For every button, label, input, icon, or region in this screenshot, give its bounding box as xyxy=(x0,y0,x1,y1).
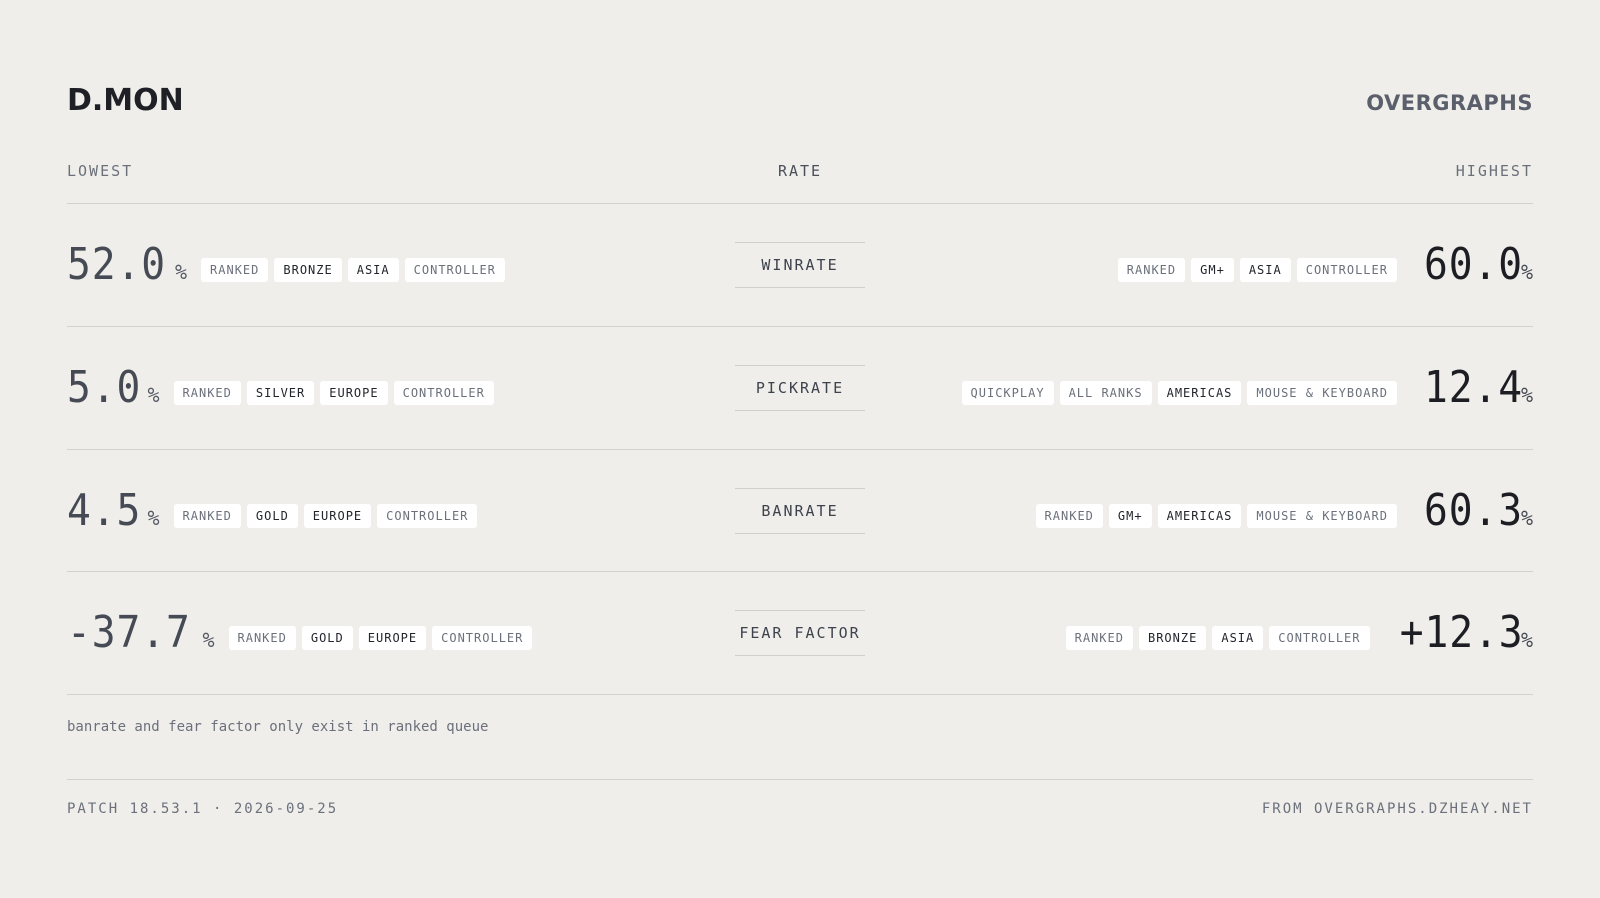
lowest-value: -37.7 % xyxy=(67,611,215,655)
tag-rank: BRONZE xyxy=(1138,626,1207,650)
tag-rank: GM+ xyxy=(1191,258,1234,282)
tag-queue: RANKED xyxy=(173,381,241,405)
tag-input: MOUSE & KEYBOARD xyxy=(1247,504,1397,528)
percent-unit: % xyxy=(147,506,160,530)
tag-queue: RANKED xyxy=(201,258,269,282)
lowest-tags: RANKED BRONZE ASIA CONTROLLER xyxy=(201,258,505,282)
tag-rank: GOLD xyxy=(301,626,353,650)
percent-unit: % xyxy=(202,628,215,652)
highest-cell: RANKED BRONZE ASIA CONTROLLER +12.3 % xyxy=(1065,572,1533,694)
metric-label: WINRATE xyxy=(735,242,865,288)
tag-queue: QUICKPLAY xyxy=(961,381,1054,405)
highest-value: 12.4 % xyxy=(1413,366,1533,410)
highest-number: 12.4 xyxy=(1423,362,1523,413)
highest-tags: QUICKPLAY ALL RANKS AMERICAS MOUSE & KEY… xyxy=(961,381,1397,405)
metric-label: BANRATE xyxy=(735,488,865,534)
highest-cell: RANKED GM+ AMERICAS MOUSE & KEYBOARD 60.… xyxy=(1035,450,1533,572)
tag-rank: BRONZE xyxy=(274,258,342,282)
tag-rank: GOLD xyxy=(246,504,298,528)
highest-number: 60.0 xyxy=(1423,239,1523,290)
tag-queue: RANKED xyxy=(1035,504,1103,528)
lowest-value: 5.0 % xyxy=(67,366,160,410)
tag-queue: RANKED xyxy=(228,626,296,650)
tag-region: ASIA xyxy=(1212,626,1264,650)
lowest-number: 4.5 xyxy=(67,485,142,536)
highest-tags: RANKED BRONZE ASIA CONTROLLER xyxy=(1065,626,1370,650)
divider xyxy=(67,694,1533,695)
stat-row-banrate: 4.5 % RANKED GOLD EUROPE CONTROLLER BANR… xyxy=(67,450,1533,572)
lowest-number: 5.0 xyxy=(67,362,142,413)
tag-region: EUROPE xyxy=(358,626,427,650)
tag-queue: RANKED xyxy=(1065,626,1133,650)
header: D.MON OVERGRAPHS xyxy=(67,80,1533,120)
highest-value: 60.0 % xyxy=(1413,243,1533,287)
source-link[interactable]: FROM OVERGRAPHS.DZHEAY.NET xyxy=(1262,801,1533,817)
divider xyxy=(67,779,1533,780)
metric-label: FEAR FACTOR xyxy=(735,610,865,656)
lowest-cell: 52.0 % RANKED BRONZE ASIA CONTROLLER xyxy=(67,204,505,326)
highest-number: 60.3 xyxy=(1423,485,1523,536)
tag-region: AMERICAS xyxy=(1157,381,1242,405)
tag-region: ASIA xyxy=(347,258,399,282)
tag-input: CONTROLLER xyxy=(404,258,505,282)
highest-tags: RANKED GM+ ASIA CONTROLLER xyxy=(1117,258,1397,282)
tag-input: CONTROLLER xyxy=(1296,258,1397,282)
highest-cell: RANKED GM+ ASIA CONTROLLER 60.0 % xyxy=(1117,204,1533,326)
tag-input: MOUSE & KEYBOARD xyxy=(1247,381,1397,405)
lowest-value: 52.0 % xyxy=(67,243,187,287)
highest-number: +12.3 xyxy=(1399,607,1523,658)
tag-region: EUROPE xyxy=(303,504,372,528)
lowest-value: 4.5 % xyxy=(67,489,160,533)
tag-queue: RANKED xyxy=(1117,258,1186,282)
column-rate: RATE xyxy=(777,162,823,180)
percent-unit: % xyxy=(147,383,160,407)
metric-label: PICKRATE xyxy=(735,365,865,411)
tag-rank: ALL RANKS xyxy=(1059,381,1152,405)
tag-region: EUROPE xyxy=(320,381,388,405)
tag-rank: SILVER xyxy=(246,381,315,405)
page: D.MON OVERGRAPHS LOWEST RATE HIGHEST 52.… xyxy=(0,0,1600,898)
lowest-number: -37.7 xyxy=(67,607,191,658)
highest-cell: QUICKPLAY ALL RANKS AMERICAS MOUSE & KEY… xyxy=(961,327,1533,449)
tag-region: ASIA xyxy=(1239,258,1291,282)
column-highest: HIGHEST xyxy=(1455,162,1533,180)
tag-input: CONTROLLER xyxy=(377,504,478,528)
column-header: LOWEST RATE HIGHEST xyxy=(67,162,1533,182)
tag-rank: GM+ xyxy=(1108,504,1152,528)
brand-logo: D.MON xyxy=(67,82,184,118)
lowest-tags: RANKED GOLD EUROPE CONTROLLER xyxy=(228,626,533,650)
lowest-cell: -37.7 % RANKED GOLD EUROPE CONTROLLER xyxy=(67,572,533,694)
tag-region: AMERICAS xyxy=(1157,504,1242,528)
lowest-cell: 5.0 % RANKED SILVER EUROPE CONTROLLER xyxy=(67,327,494,449)
percent-unit: % xyxy=(174,260,188,284)
patch-info: PATCH 18.53.1 · 2026-09-25 xyxy=(67,801,339,817)
lowest-number: 52.0 xyxy=(67,239,166,290)
overgraphs-logo: OVERGRAPHS xyxy=(1366,91,1533,115)
footnote: banrate and fear factor only exist in ra… xyxy=(67,719,489,735)
lowest-tags: RANKED SILVER EUROPE CONTROLLER xyxy=(173,381,494,405)
highest-value: +12.3 % xyxy=(1386,607,1533,658)
lowest-cell: 4.5 % RANKED GOLD EUROPE CONTROLLER xyxy=(67,450,478,572)
highest-tags: RANKED GM+ AMERICAS MOUSE & KEYBOARD xyxy=(1035,504,1397,528)
tag-queue: RANKED xyxy=(173,504,241,528)
stat-row-fear-factor: -37.7 % RANKED GOLD EUROPE CONTROLLER FE… xyxy=(67,572,1533,694)
tag-input: CONTROLLER xyxy=(393,381,494,405)
stat-row-winrate: 52.0 % RANKED BRONZE ASIA CONTROLLER WIN… xyxy=(67,204,1533,326)
stat-row-pickrate: 5.0 % RANKED SILVER EUROPE CONTROLLER PI… xyxy=(67,327,1533,449)
highest-value: 60.3 % xyxy=(1413,489,1533,533)
tag-input: CONTROLLER xyxy=(432,626,533,650)
tag-input: CONTROLLER xyxy=(1269,626,1370,650)
lowest-tags: RANKED GOLD EUROPE CONTROLLER xyxy=(173,504,478,528)
